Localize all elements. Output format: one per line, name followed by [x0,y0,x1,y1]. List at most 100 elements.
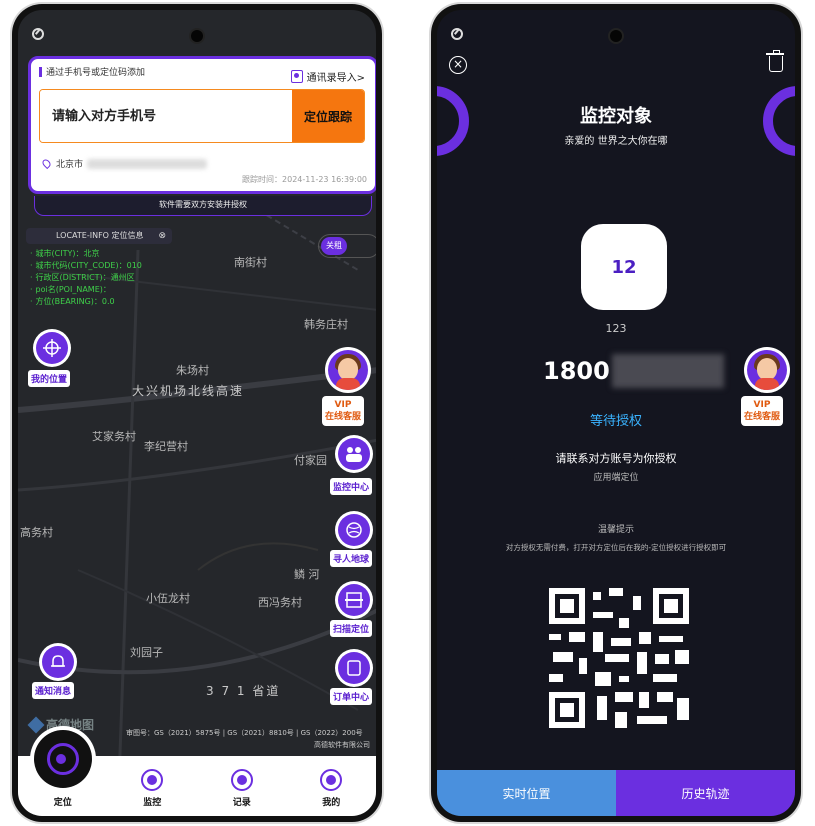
camera-notch [191,30,203,42]
monitor-center-label[interactable]: 监控中心 [330,478,373,495]
page-title: 监控对象 [580,106,652,127]
scan-icon [345,592,363,608]
history-track-button[interactable]: 历史轨迹 [616,770,795,816]
map-label: 艾家务村 [92,430,136,443]
tab-label: 我的 [322,798,341,808]
scan-locate-button[interactable] [338,584,370,616]
tab-bar: 定位 监控 记录 我的 [18,730,377,816]
phone-input[interactable] [40,90,292,142]
tab-label: 监控 [143,798,162,808]
map-label: 高务村 [20,526,53,539]
service-avatar[interactable] [747,350,787,390]
map-toggle[interactable]: 关租 [318,234,376,258]
locate-info-tag[interactable]: LOCATE-INFO 定位信息 ⊗ [26,228,172,244]
monitor-tab-icon [141,769,164,791]
qr-code [549,588,689,728]
order-center-button[interactable] [338,652,370,684]
status-icon [32,28,44,40]
target-phone-number: 1800 [543,354,724,388]
mine-tab-icon [320,769,343,791]
left-phone: 南街村 韩务庄村 朱场村 大兴机场北线高速 艾家务村 李纪营村 付家园 高务村 … [12,4,382,822]
warm-tip-title: 温馨提示 [597,525,634,535]
my-location-button[interactable] [36,332,68,364]
info-line: 城市(CITY)：北京 [30,248,142,260]
app-locate-hint: 应用端定位 [593,473,639,483]
map-label: 朱场村 [176,364,209,377]
address-masked [87,158,208,169]
vip-service-button[interactable]: VIP 在线客服 [741,396,784,426]
status-icon [451,28,463,40]
map-label: 大兴机场北线高速 [132,384,245,398]
locate-screen: 南街村 韩务庄村 朱场村 大兴机场北线高速 艾家务村 李纪营村 付家园 高务村 … [18,10,376,816]
vip-label: VIP [753,400,771,410]
notify-button[interactable] [42,646,74,678]
tab-records[interactable]: 记录 [197,756,287,816]
tab-mine[interactable]: 我的 [287,756,377,816]
warm-tip-detail: 对方授权无需付费，打开对方定位后在我的-定位授权进行授权即可 [505,543,727,552]
my-location-label[interactable]: 我的位置 [28,370,71,387]
toggle-label: 关租 [321,237,347,255]
page-subtitle: 亲爱的 世界之大你在哪 [564,136,668,147]
locate-info-label: LOCATE-INFO 定位信息 [56,231,144,240]
map-label: 鳞 河 [294,568,320,581]
phone-prefix: 1800 [543,357,610,385]
contacts-import-label: 通讯录导入> [306,73,365,84]
map-copyright: 审图号：GS（2021）5875号 | GS（2021）8810号 | GS（2… [126,729,363,737]
info-line: 方位(BEARING)：0.0 [30,296,142,308]
contacts-import-link[interactable]: 通讯录导入> [290,69,365,84]
map-label: 李纪营村 [144,440,188,453]
add-target-card: 通过手机号或定位码添加 通讯录导入> 定位跟踪 北京市 跟踪时间：2024-11… [28,56,376,194]
online-service-label: 在线客服 [744,412,781,422]
records-tab-icon [230,769,253,791]
target-name: 123 [605,322,627,335]
target-code-badge: 12 [581,224,667,310]
tab-label: 定位 [53,798,72,808]
locate-info-lines: 城市(CITY)：北京 城市代码(CITY_CODE)：010 行政区(DIST… [30,248,142,308]
info-line: 行政区(DISTRICT)：通州区 [30,272,142,284]
map-label: 西冯务村 [258,596,302,609]
locate-tab-icon [33,730,92,788]
notify-label[interactable]: 通知消息 [32,682,75,699]
find-person-label[interactable]: 寻人地球 [330,550,373,567]
map-label: 付家园 [294,454,327,467]
tab-monitor[interactable]: 监控 [108,756,198,816]
online-service-label: 在线客服 [325,412,362,422]
map-label: 刘园子 [130,646,163,659]
bottom-actions: 实时位置 历史轨迹 [437,770,795,816]
globe-icon [346,522,362,538]
group-icon [346,447,362,462]
order-center-label[interactable]: 订单中心 [330,688,373,705]
contacts-icon [290,70,303,83]
phone-masked [611,354,724,388]
phone-input-box: 定位跟踪 [39,89,365,143]
vip-label: VIP [334,400,352,410]
scan-locate-label[interactable]: 扫描定位 [330,620,373,637]
current-address: 北京市 [40,157,208,170]
clipboard-icon [347,660,361,676]
close-icon[interactable]: ⊗ [158,228,166,244]
monitor-center-button[interactable] [338,438,370,470]
map-label: 小伍龙村 [146,592,190,605]
close-icon[interactable]: × [449,56,467,74]
vip-service-button[interactable]: VIP 在线客服 [322,396,365,426]
tab-label: 记录 [232,798,251,808]
crosshair-icon [43,339,61,357]
tab-locate[interactable]: 定位 [18,730,108,816]
address-prefix: 北京市 [56,160,84,170]
find-person-button[interactable] [338,514,370,546]
trash-icon[interactable] [766,50,784,72]
location-pin-icon [40,157,53,170]
info-line: poi名(POI_NAME)： [30,284,142,296]
map-label: 南街村 [234,256,267,269]
info-line: 城市代码(CITY_CODE)：010 [30,260,142,272]
right-phone: × 监控对象 亲爱的 世界之大你在哪 12 123 1800 VIP 在线客服 … [431,4,801,822]
auth-notice: 软件需要双方安装并授权 [34,196,372,216]
bell-icon [51,655,65,667]
map-label: 韩务庄村 [304,318,348,331]
locate-track-button[interactable]: 定位跟踪 [292,90,364,142]
realtime-location-button[interactable]: 实时位置 [437,770,616,816]
map-copyright-company: 高德软件有限公司 [314,741,370,749]
monitor-target-screen: × 监控对象 亲爱的 世界之大你在哪 12 123 1800 VIP 在线客服 … [437,10,795,816]
service-avatar[interactable] [328,350,368,390]
camera-notch [610,30,622,42]
